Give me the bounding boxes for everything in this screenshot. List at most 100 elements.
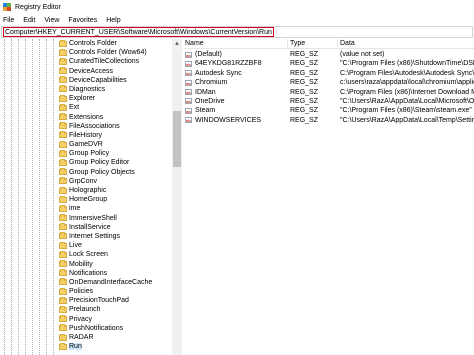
scroll-up-icon[interactable]: ▲ xyxy=(172,39,182,49)
column-header-data[interactable]: Data xyxy=(338,39,474,49)
tree-item[interactable]: ime xyxy=(0,204,172,213)
tree-item[interactable]: Privacy xyxy=(0,315,172,324)
menu-file[interactable]: File xyxy=(3,17,14,24)
tree-item-label: Controls Folder xyxy=(69,40,117,47)
key-tree-pane[interactable]: Controls Folder Controls Folder (Wow64) Cu… xyxy=(0,39,182,355)
value-name: 64EYKDG81RZZBF8 xyxy=(195,60,262,68)
tree-item[interactable]: FileAssociations xyxy=(0,122,172,131)
value-data: "C:\Users\RazA\AppData\Local\Microsoft\O… xyxy=(340,97,474,105)
tree-item[interactable]: Controls Folder xyxy=(0,39,172,48)
tree-item[interactable]: HomeGroup xyxy=(0,195,172,204)
tree-item[interactable]: Prelaunch xyxy=(0,305,172,314)
tree-item[interactable]: Live xyxy=(0,241,172,250)
column-header-name[interactable]: Name xyxy=(183,39,288,49)
tree-item[interactable]: CuratedTileCollections xyxy=(0,57,172,66)
value-row[interactable]: ab OneDrive REG_SZ "C:\Users\RazA\AppData\L… xyxy=(183,97,474,106)
tree-item[interactable]: ImmersiveShell xyxy=(0,214,172,223)
tree-item-label: PrecisionTouchPad xyxy=(69,297,129,305)
tree-item-label: Mobility xyxy=(69,260,93,268)
menu-favorites[interactable]: Favorites xyxy=(68,17,97,24)
tree-item[interactable]: DeviceAccess xyxy=(0,67,172,76)
tree-item[interactable]: Extensions xyxy=(0,113,172,122)
registry-editor-icon xyxy=(3,3,11,11)
tree-item[interactable]: FileHistory xyxy=(0,131,172,140)
tree-item-label: PushNotifications xyxy=(69,324,124,332)
folder-icon xyxy=(59,149,67,157)
value-row[interactable]: ab WINDOWSERVICES REG_SZ "C:\Users\RazA\App… xyxy=(183,116,474,125)
menu-help[interactable]: Help xyxy=(106,17,120,24)
tree-item[interactable]: Controls Folder (Wow64) xyxy=(0,48,172,57)
value-row[interactable]: ab IDMan REG_SZ C:\Program Files (x86)\Inte… xyxy=(183,88,474,97)
tree-item[interactable]: OnDemandInterfaceCache xyxy=(0,278,172,287)
menu-view[interactable]: View xyxy=(44,17,59,24)
tree-item[interactable]: RADAR xyxy=(0,333,172,342)
string-value-icon: ab xyxy=(185,79,192,86)
folder-icon xyxy=(59,287,67,295)
tree-item[interactable]: Internet Settings xyxy=(0,232,172,241)
tree-item-label: Group Policy xyxy=(69,150,110,158)
tree-item[interactable]: PrecisionTouchPad xyxy=(0,296,172,305)
tree-item[interactable]: GameDVR xyxy=(0,140,172,149)
folder-icon xyxy=(59,103,67,111)
tree-item-label: Group Policy Editor xyxy=(69,159,130,167)
column-header-type[interactable]: Type xyxy=(288,39,338,49)
folder-icon xyxy=(59,223,67,231)
folder-icon xyxy=(59,67,67,75)
tree-item-label: GameDVR xyxy=(69,141,103,149)
string-value-icon: ab xyxy=(185,89,192,96)
string-value-icon: ab xyxy=(185,117,192,124)
tree-item[interactable]: Notifications xyxy=(0,269,172,278)
tree-item[interactable]: Mobility xyxy=(0,260,172,269)
folder-icon xyxy=(59,48,67,56)
value-data: C:\Program Files\Autodesk\Autodesk Sync\… xyxy=(340,69,474,77)
values-pane[interactable]: Name Type Data ab (Default) REG_SZ (value n… xyxy=(183,39,474,355)
window-title: Registry Editor xyxy=(15,3,61,11)
folder-icon xyxy=(59,113,67,120)
scroll-thumb[interactable] xyxy=(173,111,181,167)
tree-item[interactable]: Group Policy xyxy=(0,149,172,158)
value-row[interactable]: ab Steam REG_SZ "C:\Program Files (x86)\Ste… xyxy=(183,106,474,115)
tree-item[interactable]: Group Policy Editor xyxy=(0,158,172,167)
tree-item-label: Notifications xyxy=(69,269,108,277)
tree-item-label: ImmersiveShell xyxy=(69,214,117,222)
tree-item[interactable]: Run xyxy=(0,342,172,351)
value-row[interactable]: ab Autodesk Sync REG_SZ C:\Program Files\Au… xyxy=(183,69,474,78)
column-header-row: Name Type Data xyxy=(183,39,474,49)
value-data: "C:\Program Files (x86)\Steam\steam.exe"… xyxy=(340,107,474,115)
address-bar[interactable]: Computer\HKEY_CURRENT_USER\Software\Micr… xyxy=(1,26,473,38)
tree-item[interactable]: Lock Screen xyxy=(0,250,172,259)
value-type: REG_SZ xyxy=(290,51,319,58)
tree-item-label: FileAssociations xyxy=(69,122,120,130)
tree-item-label: Run xyxy=(69,343,82,351)
tree-item-label: Group Policy Objects xyxy=(69,168,135,176)
tree-item[interactable]: PushNotifications xyxy=(0,324,172,333)
folder-icon xyxy=(59,324,67,332)
tree-item-label: DeviceCapabilities xyxy=(69,76,127,84)
value-row[interactable]: ab Chromium REG_SZ c:\users\raza\appdata\lo… xyxy=(183,78,474,87)
folder-icon xyxy=(59,85,67,93)
tree-item[interactable]: Holographic xyxy=(0,186,172,195)
value-row[interactable]: ab (Default) REG_SZ (value not set) xyxy=(183,50,474,59)
menu-edit[interactable]: Edit xyxy=(23,17,35,24)
value-rows: ab (Default) REG_SZ (value not set) ab 64EYKD… xyxy=(183,50,474,125)
tree-item-label: HomeGroup xyxy=(69,196,108,204)
value-row[interactable]: ab 64EYKDG81RZZBF8 REG_SZ "C:\Program Files… xyxy=(183,59,474,68)
tree-item[interactable]: DeviceCapabilities xyxy=(0,76,172,85)
value-data: (value not set) xyxy=(340,51,385,58)
tree-item[interactable]: Diagnostics xyxy=(0,85,172,94)
folder-icon xyxy=(59,241,67,249)
tree-item[interactable]: Group Policy Objects xyxy=(0,168,172,177)
value-name: Autodesk Sync xyxy=(195,69,242,77)
address-path[interactable]: Computer\HKEY_CURRENT_USER\Software\Micr… xyxy=(3,27,274,37)
tree-item[interactable]: Policies xyxy=(0,287,172,296)
tree-item[interactable]: Ext xyxy=(0,103,172,112)
tree-item[interactable]: GrpConv xyxy=(0,177,172,186)
folder-icon xyxy=(59,278,67,286)
folder-icon xyxy=(59,177,67,185)
tree-scrollbar[interactable]: ▲ xyxy=(172,39,182,355)
string-value-icon: ab xyxy=(185,60,192,67)
value-name: Chromium xyxy=(195,79,228,87)
tree-item[interactable]: InstallService xyxy=(0,223,172,232)
value-type: REG_SZ xyxy=(290,88,319,96)
tree-item[interactable]: Explorer xyxy=(0,94,172,103)
